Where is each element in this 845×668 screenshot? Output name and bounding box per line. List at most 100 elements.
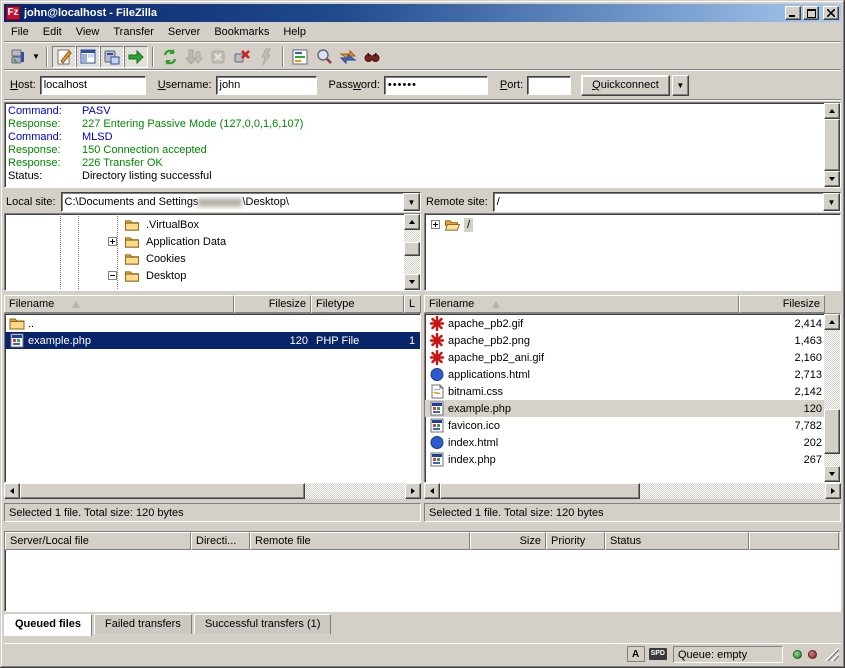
column-header-priority[interactable]: Priority [546, 532, 605, 550]
menu-item-help[interactable]: Help [276, 24, 313, 40]
scrollbar-thumb[interactable] [440, 483, 640, 499]
scrollbar-up-button[interactable] [824, 314, 840, 330]
close-button[interactable] [823, 6, 839, 20]
remote-list-scrollbar[interactable] [824, 314, 840, 482]
filter-button[interactable] [288, 46, 312, 68]
tab-successful-transfers-1-[interactable]: Successful transfers (1) [194, 614, 332, 634]
local-site-combo[interactable]: C:\Documents and Settings\Desktop\ ▼ [61, 192, 421, 212]
column-header-directi-[interactable]: Directi... [191, 532, 250, 550]
collapse-icon[interactable] [108, 271, 117, 280]
dropdown-arrow-icon[interactable]: ▼ [823, 193, 840, 211]
tree-item-application-data[interactable]: Application Data [5, 233, 404, 250]
refresh-button[interactable] [158, 46, 182, 68]
find-files-button[interactable] [360, 46, 384, 68]
tab-queued-files[interactable]: Queued files [4, 614, 92, 636]
separator-line [4, 41, 841, 43]
local-hscrollbar[interactable] [4, 483, 421, 499]
column-header-filename[interactable]: Filename [424, 295, 739, 313]
local-tree-scrollbar[interactable] [404, 214, 420, 290]
file-row-apache-pb2-ani-gif[interactable]: apache_pb2_ani.gif2,160 [425, 349, 824, 366]
column-header-l[interactable]: L [404, 295, 421, 313]
file-row-bitnami-css[interactable]: bitnami.css2,142 [425, 383, 824, 400]
expand-icon[interactable] [108, 237, 117, 246]
file-row-example-php[interactable]: example.php120 [425, 400, 824, 417]
file-row-index-php[interactable]: index.php267 [425, 451, 824, 468]
log-scrollbar[interactable] [824, 103, 840, 187]
file-row-apache-pb2-png[interactable]: apache_pb2.png1,463 [425, 332, 824, 349]
log-line: Command:MLSD [8, 131, 822, 144]
menu-item-view[interactable]: View [69, 24, 107, 40]
scrollbar-down-button[interactable] [404, 274, 420, 290]
host-input[interactable]: localhost [40, 76, 146, 95]
apache-image-file-icon [429, 333, 445, 348]
scrollbar-thumb[interactable] [824, 409, 840, 454]
file-row-applications-html[interactable]: applications.html2,713 [425, 366, 824, 383]
expand-icon[interactable] [431, 220, 440, 229]
site-manager-dropdown-button[interactable]: ▼ [30, 46, 42, 68]
file-row-index-html[interactable]: index.html202 [425, 434, 824, 451]
username-input[interactable]: john [216, 76, 317, 95]
column-header-blank[interactable] [749, 532, 839, 550]
quickconnect-button[interactable]: Quickconnect [581, 75, 670, 96]
toggle-remote-tree-button[interactable] [100, 46, 124, 68]
scrollbar-thumb[interactable] [404, 242, 420, 256]
column-header-size[interactable]: Size [470, 532, 546, 550]
folder-icon [124, 235, 140, 249]
dropdown-arrow-icon[interactable]: ▼ [403, 193, 420, 211]
compare-button[interactable] [312, 46, 336, 68]
tab-failed-transfers[interactable]: Failed transfers [94, 614, 192, 634]
tree-item--virtualbox[interactable]: .VirtualBox [5, 216, 404, 233]
remote-selection-status: Selected 1 file. Total size: 120 bytes [424, 503, 841, 522]
column-header-filetype[interactable]: Filetype [311, 295, 404, 313]
file-row--[interactable]: .. [5, 315, 420, 332]
menu-item-transfer[interactable]: Transfer [106, 24, 161, 40]
minimize-button[interactable] [785, 6, 801, 20]
tree-item-label: / [464, 218, 473, 232]
menu-item-file[interactable]: File [4, 24, 36, 40]
maximize-button[interactable] [803, 6, 819, 20]
toggle-message-log-button[interactable] [52, 46, 76, 68]
resize-grip[interactable] [825, 647, 839, 661]
column-header-filesize[interactable]: Filesize [234, 295, 311, 313]
tree-item-cookies[interactable]: Cookies [5, 250, 404, 267]
column-header-remote-file[interactable]: Remote file [250, 532, 470, 550]
file-row-example-php[interactable]: example.php120PHP File1 [5, 332, 420, 349]
menu-item-bookmarks[interactable]: Bookmarks [207, 24, 276, 40]
menu-item-edit[interactable]: Edit [36, 24, 69, 40]
toggle-local-tree-button[interactable] [76, 46, 100, 68]
separator-line [4, 69, 841, 71]
site-manager-button[interactable] [6, 46, 30, 68]
queue-header: Server/Local fileDirecti...Remote fileSi… [5, 532, 840, 550]
scrollbar-thumb[interactable] [20, 483, 305, 499]
scrollbar-right-button[interactable] [405, 483, 421, 499]
column-header-label: L [409, 298, 415, 310]
sync-browsing-button[interactable] [336, 46, 360, 68]
tree-item-root[interactable]: / [425, 216, 840, 233]
menu-item-server[interactable]: Server [161, 24, 207, 40]
tree-item-desktop[interactable]: Desktop [5, 267, 404, 284]
scrollbar-left-button[interactable] [424, 483, 440, 499]
scrollbar-right-button[interactable] [825, 483, 841, 499]
scrollbar-left-button[interactable] [4, 483, 20, 499]
column-header-filesize[interactable]: Filesize [739, 295, 825, 313]
remote-hscrollbar[interactable] [424, 483, 841, 499]
password-input[interactable]: •••••• [384, 76, 488, 95]
speed-limit-indicator-icon[interactable]: SPD [649, 648, 667, 660]
toggle-transfer-queue-button[interactable] [124, 46, 148, 68]
scrollbar-up-button[interactable] [404, 214, 420, 230]
scrollbar-down-button[interactable] [824, 466, 840, 482]
column-header-filename[interactable]: Filename [4, 295, 234, 313]
file-row-apache-pb2-gif[interactable]: apache_pb2.gif2,414 [425, 315, 824, 332]
data-type-indicator-icon[interactable]: A [627, 646, 645, 662]
disconnect-button[interactable] [230, 46, 254, 68]
red-status-led-icon [808, 650, 817, 659]
scrollbar-up-button[interactable] [824, 103, 840, 119]
file-row-favicon-ico[interactable]: favicon.ico7,782 [425, 417, 824, 434]
column-header-server-local-file[interactable]: Server/Local file [5, 532, 191, 550]
column-header-status[interactable]: Status [605, 532, 749, 550]
quickconnect-dropdown-button[interactable]: ▼ [672, 75, 689, 96]
remote-site-combo[interactable]: / ▼ [493, 192, 841, 212]
scrollbar-thumb[interactable] [824, 119, 840, 171]
port-input[interactable] [527, 76, 571, 95]
scrollbar-down-button[interactable] [824, 171, 840, 187]
